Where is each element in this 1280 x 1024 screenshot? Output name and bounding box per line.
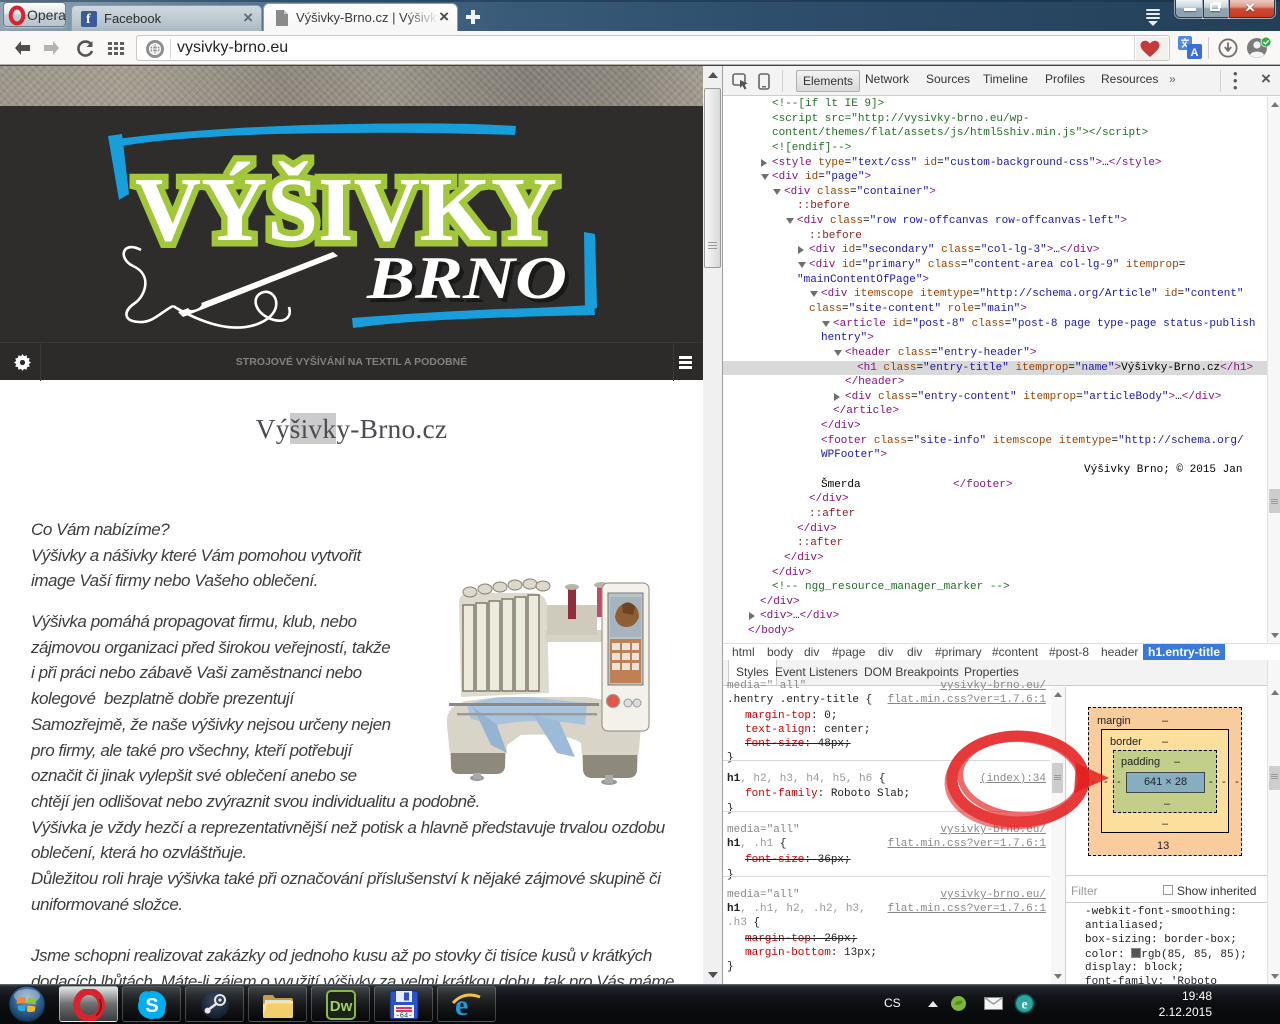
svg-text:BRNO: BRNO xyxy=(366,245,567,311)
svg-text:S: S xyxy=(145,995,158,1017)
svg-text:A: A xyxy=(1191,47,1199,59)
svg-text:e: e xyxy=(1021,998,1027,1013)
svg-text:Dw: Dw xyxy=(330,998,353,1015)
svg-text:-64-: -64- xyxy=(396,1013,413,1021)
